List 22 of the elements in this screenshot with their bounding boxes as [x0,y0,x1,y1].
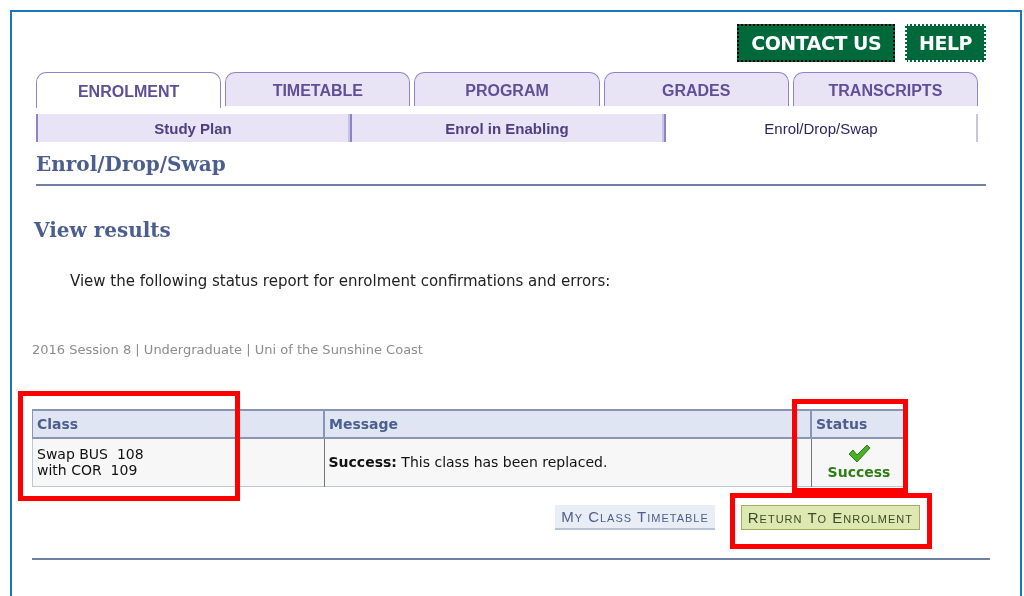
page-title: Enrol/Drop/Swap [36,152,986,186]
subtab[interactable]: Study Plan [36,114,350,142]
column-header: Message [324,410,811,438]
context-text: 2016 Session 8 | Undergraduate | Uni of the Sunshine Coast [32,342,424,357]
instructions-text: View the following status report for enrolment confirmations and errors: [70,272,612,290]
tab[interactable]: GRADES [603,72,789,106]
class-cell: Swap BUS 108 with COR 109 [32,438,324,486]
action-button[interactable]: My Class Timetable [555,504,715,530]
action-button[interactable]: Return To Enrolment [740,504,920,530]
status-text: Success [827,464,891,481]
header-link[interactable]: HELP [905,24,986,62]
tab[interactable]: PROGRAM [414,72,600,106]
tab[interactable]: TIMETABLE [225,72,411,106]
header-link[interactable]: CONTACT US [737,24,896,62]
tab[interactable]: TRANSCRIPTS [792,72,978,106]
subtab[interactable]: Enrol/Drop/Swap [664,114,978,142]
tab[interactable]: ENROLMENT [36,72,222,108]
section-title: View results [34,218,172,242]
check-icon [847,444,871,465]
column-header: Class [32,410,324,438]
subtab[interactable]: Enrol in Enabling [350,114,664,142]
message-text: Success: This class has been replaced. [328,454,608,471]
